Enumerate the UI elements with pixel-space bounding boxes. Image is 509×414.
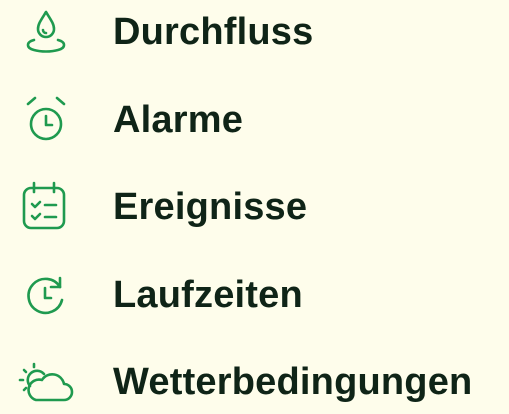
menu-item-label: Laufzeiten (113, 274, 303, 316)
sun-cloud-icon (14, 356, 78, 408)
navigation-menu: Durchfluss Alarme Ereignisse Laufzeiten … (0, 0, 509, 403)
water-drop-icon (14, 6, 78, 58)
menu-item-alarme[interactable]: Alarme (0, 88, 509, 152)
menu-item-laufzeiten[interactable]: Laufzeiten (0, 263, 509, 327)
clock-refresh-icon (14, 269, 78, 321)
menu-item-wetterbedingungen[interactable]: Wetterbedingungen (0, 350, 509, 414)
menu-item-label: Alarme (113, 99, 244, 141)
menu-item-label: Wetterbedingungen (113, 361, 473, 403)
menu-item-ereignisse[interactable]: Ereignisse (0, 175, 509, 239)
menu-item-label: Durchfluss (113, 11, 314, 53)
alarm-clock-icon (14, 94, 78, 146)
menu-item-label: Ereignisse (113, 186, 308, 228)
menu-item-durchfluss[interactable]: Durchfluss (0, 0, 509, 64)
calendar-checklist-icon (14, 181, 78, 233)
